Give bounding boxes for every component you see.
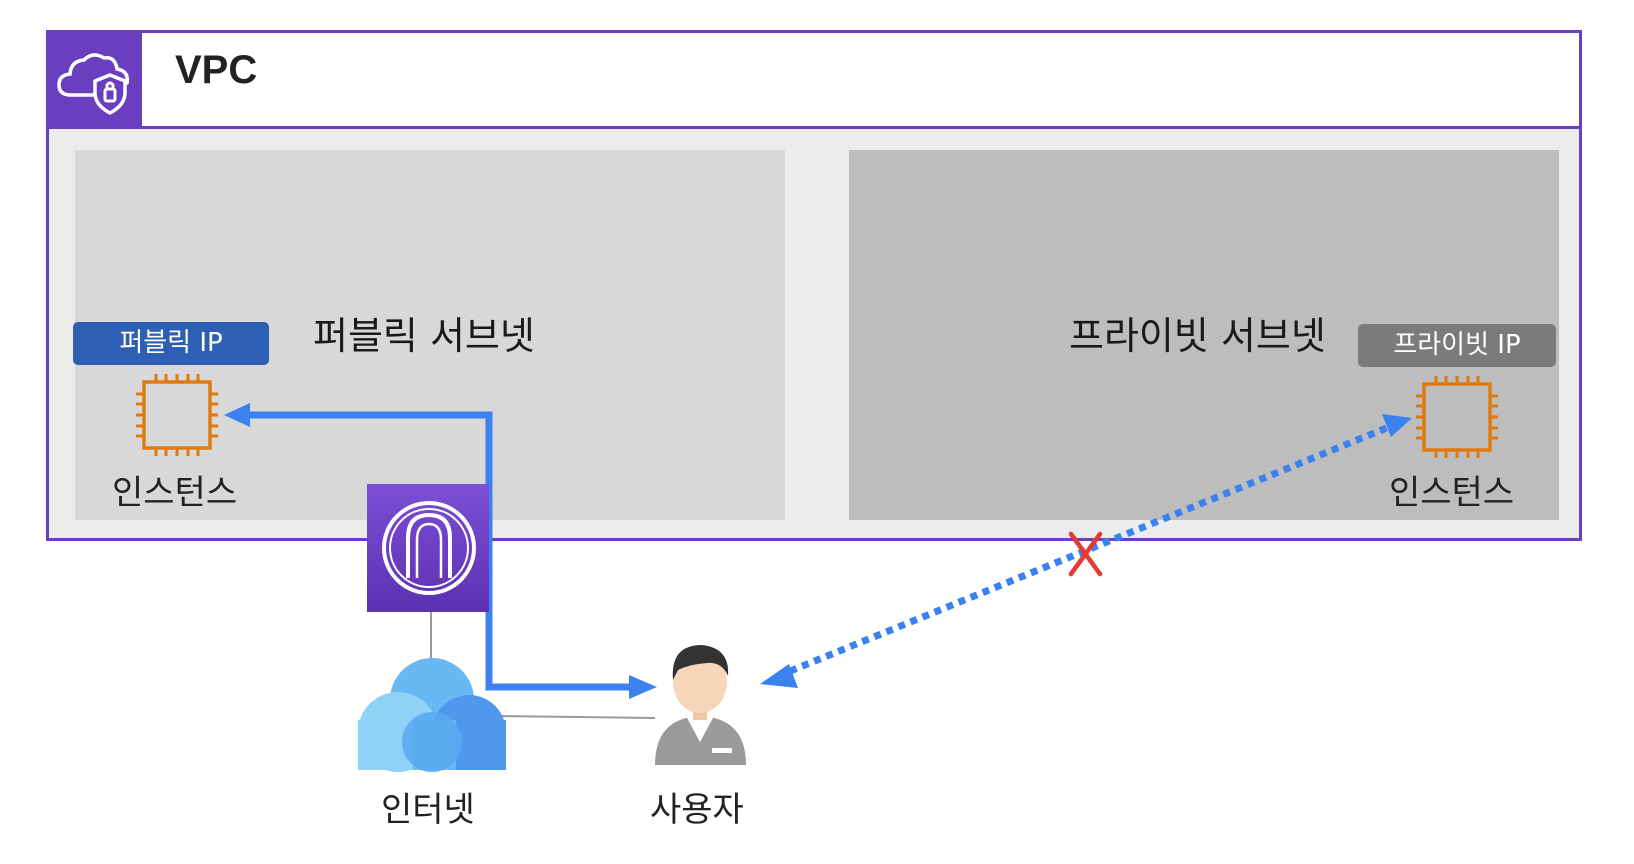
public-arrowhead-left — [224, 403, 250, 427]
private-arrowhead-right — [1382, 414, 1412, 437]
user-avatar-icon — [655, 645, 746, 765]
internet-cloud-icon — [358, 658, 506, 772]
internet-user-connector — [494, 715, 656, 719]
blocked-x-icon — [1068, 531, 1103, 577]
private-instance-chip-icon — [1416, 376, 1498, 458]
public-instance-chip-icon — [136, 374, 218, 456]
internet-gateway-icon — [367, 484, 489, 612]
diagram-overlay — [136, 374, 1498, 772]
public-arrowhead-right — [629, 675, 657, 699]
